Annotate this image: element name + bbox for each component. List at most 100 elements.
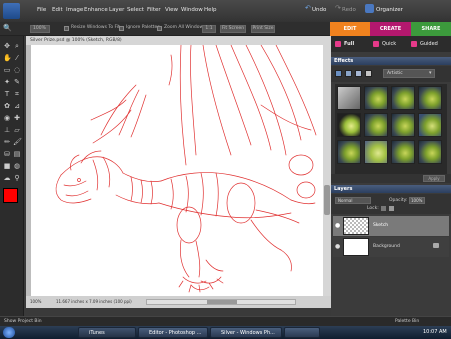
paint-bucket-tool-icon[interactable]: ⛁ [3,150,11,158]
guided-edit-icon[interactable] [411,41,417,47]
menu-filter[interactable]: Filter [147,7,161,13]
layer-row-background[interactable]: ● Background [333,237,449,257]
undo-button[interactable]: Undo [312,7,326,13]
effect-thumbnail[interactable] [391,113,415,137]
eyedropper-tool-icon[interactable]: ⁄ [13,54,21,62]
healing-brush-tool-icon[interactable]: ✚ [13,114,21,122]
crop-tool-icon[interactable]: ⌗ [13,90,21,98]
tab-create[interactable]: CREATE [370,22,411,36]
menu-image[interactable]: Image [66,7,83,13]
menu-window[interactable]: Window [181,7,203,13]
brush-tool-icon[interactable]: 🖌 [13,138,22,146]
undo-icon[interactable]: ↶ [305,4,311,12]
zoom-tool-icon[interactable]: ⌕ [13,42,21,50]
marquee-tool-icon[interactable]: ▭ [3,66,11,74]
print-size-button[interactable]: Print Size [251,25,275,33]
effect-thumbnail[interactable] [337,86,361,110]
opacity-field[interactable]: 100% [409,197,425,204]
move-tool-icon[interactable]: ✥ [3,42,11,50]
lock-transparency-icon[interactable] [381,206,386,211]
show-all-icon[interactable] [365,70,372,77]
taskbar-windows-photo[interactable]: Silver - Windows Ph... [210,327,282,338]
effects-category-select[interactable]: Artistic [383,69,435,78]
chevron-down-icon[interactable]: ▾ [429,70,432,76]
organizer-button[interactable]: Organizer [376,7,403,13]
blend-mode-select[interactable]: Normal [335,197,371,204]
hand-tool-icon[interactable]: ✋ [3,54,12,62]
vertical-scrollbar[interactable] [323,45,331,296]
foreground-color-swatch[interactable] [3,188,18,203]
fit-screen-button[interactable]: Fit Screen [220,25,246,33]
taskbar-itunes[interactable]: iTunes [78,327,136,338]
eraser-tool-icon[interactable]: ▱ [13,126,21,134]
pencil-tool-icon[interactable]: ✏ [3,138,11,146]
sponge-tool-icon[interactable]: ☁ [3,174,11,182]
tab-edit[interactable]: EDIT [330,22,370,36]
magic-wand-tool-icon[interactable]: ✦ [3,78,11,86]
blur-tool-icon[interactable]: ◍ [13,162,21,170]
horizontal-scrollbar[interactable] [146,299,296,305]
taskbar-photoshop-editor[interactable]: Editor - Photoshop ... [138,327,208,338]
lock-all-icon[interactable] [389,206,394,211]
zoom-all-checkbox[interactable] [157,26,162,31]
type-tool-icon[interactable]: T [3,90,11,98]
palette-bin-toggle[interactable]: Palette Bin [395,319,419,324]
full-edit-icon[interactable] [335,41,341,47]
gradient-tool-icon[interactable]: ▤ [13,150,21,158]
eye-icon[interactable]: ● [335,222,340,229]
straighten-tool-icon[interactable]: ⊿ [13,102,21,110]
menu-view[interactable]: View [165,7,178,13]
tab-quick[interactable]: Quick [382,36,396,52]
tab-share[interactable]: SHARE [411,22,451,36]
apply-button[interactable]: Apply [423,175,445,182]
effect-thumbnail[interactable] [391,140,415,164]
actual-pixels-button[interactable]: 1:1 [202,25,216,33]
redo-icon[interactable]: ↷ [335,4,341,12]
menu-layer[interactable]: Layer [109,7,124,13]
start-button[interactable] [3,327,15,338]
effect-thumbnail[interactable] [418,140,442,164]
filters-icon[interactable] [335,70,342,77]
photo-effects-icon[interactable] [355,70,362,77]
shape-tool-icon[interactable]: ■ [3,162,11,170]
effect-thumbnail[interactable] [418,113,442,137]
tab-guided[interactable]: Guided [420,36,438,52]
horizontal-scroll-thumb[interactable] [207,300,237,304]
effect-thumbnail[interactable] [391,86,415,110]
effects-panel-header[interactable]: Effects [331,57,451,65]
red-eye-tool-icon[interactable]: ◉ [3,114,11,122]
effect-thumbnail[interactable] [337,113,361,137]
menu-enhance[interactable]: Enhance [84,7,108,13]
effect-thumbnail[interactable] [364,86,388,110]
tab-full[interactable]: Full [344,36,354,52]
effect-thumbnail[interactable] [364,140,388,164]
menu-edit[interactable]: Edit [52,7,63,13]
organizer-icon[interactable] [365,4,374,13]
menu-help[interactable]: Help [204,7,217,13]
status-zoom[interactable]: 100% [30,299,41,304]
layers-panel-header[interactable]: Layers [331,185,451,193]
selection-brush-tool-icon[interactable]: ✎ [13,78,21,86]
canvas[interactable] [31,45,323,296]
resize-windows-checkbox[interactable] [64,26,69,31]
clock[interactable]: 10:07 AM [423,329,447,335]
menu-file[interactable]: File [37,7,46,13]
dodge-tool-icon[interactable]: ⚲ [13,174,21,182]
layer-row-sketch[interactable]: ● Sketch [333,216,449,236]
menu-select[interactable]: Select [127,7,144,13]
redo-button[interactable]: Redo [342,7,356,13]
lasso-tool-icon[interactable]: ◌ [13,66,21,74]
project-bin-toggle[interactable]: Show Project Bin [4,319,42,324]
zoom-percent-field[interactable]: 100% [30,25,50,33]
quick-fix-icon[interactable] [373,41,379,47]
clone-stamp-tool-icon[interactable]: ⊥ [3,126,11,134]
effect-thumbnail[interactable] [418,86,442,110]
eye-icon[interactable]: ● [335,243,340,250]
cookie-cutter-tool-icon[interactable]: ✿ [3,102,11,110]
ignore-palettes-checkbox[interactable] [119,26,124,31]
layer-styles-icon[interactable] [345,70,352,77]
effect-thumbnail[interactable] [364,113,388,137]
taskbar-app[interactable] [284,327,320,338]
vertical-scroll-thumb[interactable] [324,185,330,215]
effect-thumbnail[interactable] [337,140,361,164]
